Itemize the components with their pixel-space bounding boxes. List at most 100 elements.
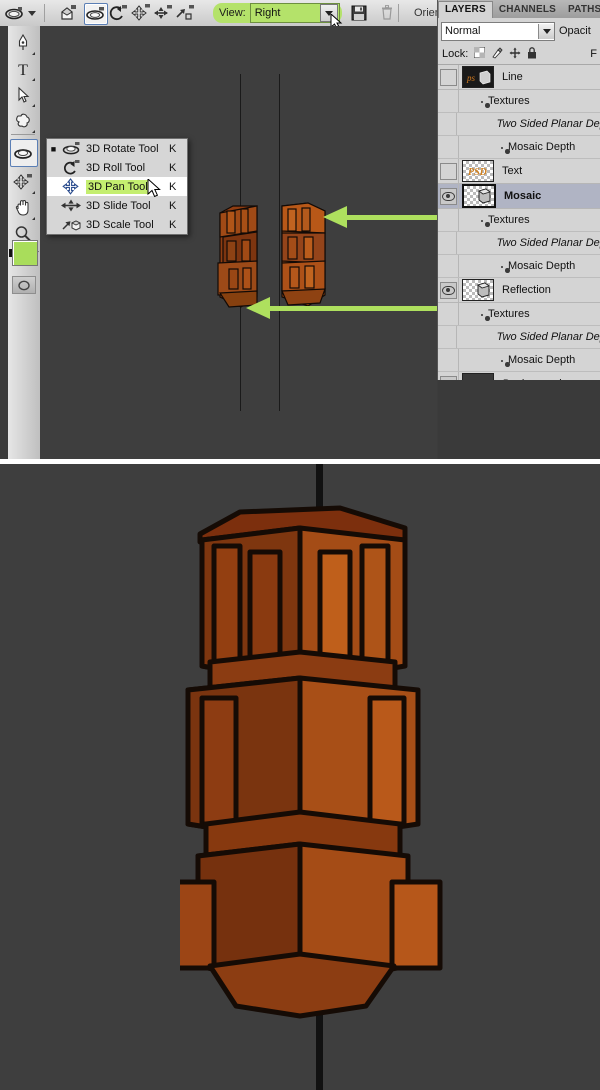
- 3d-scale-tool-icon[interactable]: [174, 3, 196, 23]
- visibility-toggle-reflection[interactable]: [438, 278, 459, 302]
- sub-row-mosaic-depth-3[interactable]: Mosaic Depth: [438, 349, 600, 372]
- pen-tool[interactable]: [10, 30, 36, 56]
- layer-thumbnail-reflection: [462, 279, 494, 301]
- panel-tab-bar: LAYERS CHANNELS PATHS: [438, 0, 600, 18]
- sub-row-textures-1[interactable]: Textures: [438, 90, 600, 113]
- layer-thumbnail-line: ps: [462, 66, 494, 88]
- eye-icon: [439, 187, 457, 205]
- panel-empty-area: [438, 380, 600, 460]
- row-gutter: [438, 209, 459, 231]
- view-control-group: View: Right: [213, 3, 342, 23]
- menu-item-3d-roll-tool[interactable]: 3D Roll Tool K: [47, 158, 187, 177]
- eye-off-icon: [439, 162, 457, 180]
- 3d-object-home-icon[interactable]: [58, 3, 80, 23]
- sub-row-two-sided-planar-depth-2[interactable]: Two Sided Planar Depth: [438, 232, 600, 255]
- row-gutter: [438, 232, 457, 254]
- menu-shortcut-4: K: [169, 218, 177, 231]
- sub-row-label: Textures: [488, 214, 530, 226]
- layer-name-line: Line: [502, 71, 523, 83]
- menu-item-3d-rotate-tool[interactable]: ■ 3D Rotate Tool K: [47, 139, 187, 158]
- trash-icon[interactable]: [376, 3, 398, 23]
- menu-shortcut-2: K: [169, 180, 177, 193]
- sub-row-two-sided-planar-depth-3[interactable]: Two Sided Planar Depth: [438, 326, 600, 349]
- 3d-slide-icon: [60, 197, 84, 215]
- lock-position-icon[interactable]: [509, 47, 521, 62]
- sub-row-label: Textures: [488, 95, 530, 107]
- 3d-roll-icon: [60, 159, 84, 177]
- custom-shape-tool[interactable]: [10, 108, 36, 134]
- layer-name-mosaic: Mosaic: [504, 190, 542, 202]
- lock-all-icon[interactable]: [527, 46, 537, 62]
- sub-row-label: Mosaic Depth: [508, 354, 576, 366]
- sub-row-label: Textures: [488, 308, 530, 320]
- hand-tool[interactable]: [10, 195, 36, 221]
- sub-row-textures-3[interactable]: Textures: [438, 303, 600, 326]
- tab-paths[interactable]: PATHS: [562, 2, 600, 18]
- 3d-roll-tool-icon[interactable]: [108, 3, 130, 23]
- menu-label-4: 3D Scale Tool: [86, 218, 154, 231]
- toolbox-divider: [11, 134, 35, 135]
- options-separator-1: [44, 4, 45, 22]
- blend-mode-row: Normal Opacit: [438, 18, 600, 44]
- sub-row-textures-2[interactable]: Textures: [438, 209, 600, 232]
- layer-row-text[interactable]: PSD Text: [438, 159, 600, 184]
- menu-label-0: 3D Rotate Tool: [86, 142, 159, 155]
- blend-mode-dropdown[interactable]: Normal: [441, 21, 555, 41]
- annotation-arrow-1-line: [347, 215, 439, 220]
- view-dropdown[interactable]: Right: [249, 3, 340, 23]
- sub-row-label: Mosaic Depth: [508, 260, 576, 272]
- sub-row-label: Two Sided Planar Depth: [496, 237, 600, 249]
- visibility-toggle-line[interactable]: [438, 65, 459, 89]
- quick-mask-icon[interactable]: [12, 276, 36, 294]
- options-separator-2: [398, 4, 399, 22]
- sub-row-mosaic-depth-1[interactable]: Mosaic Depth: [438, 136, 600, 159]
- menu-item-3d-scale-tool[interactable]: 3D Scale Tool K: [47, 215, 187, 234]
- layer-row-mosaic[interactable]: Mosaic: [438, 184, 600, 209]
- toolbox: T: [0, 26, 48, 460]
- current-tool-preview-icon[interactable]: [4, 3, 26, 23]
- annotation-arrow-2-head: [246, 297, 270, 319]
- layers-panel: LAYERS CHANNELS PATHS Normal Opacit Lock…: [437, 0, 600, 460]
- visibility-toggle-text[interactable]: [438, 159, 459, 183]
- tool-preset-chevron-icon[interactable]: [26, 3, 38, 23]
- menu-item-3d-pan-tool[interactable]: 3D Pan Tool K: [47, 177, 187, 196]
- menu-label-1: 3D Roll Tool: [86, 161, 146, 174]
- visibility-toggle-mosaic[interactable]: [438, 184, 459, 208]
- sub-row-mosaic-depth-2[interactable]: Mosaic Depth: [438, 255, 600, 278]
- menu-shortcut-1: K: [169, 161, 177, 174]
- 3d-object-rotate-tool[interactable]: [10, 139, 38, 167]
- path-selection-tool[interactable]: [10, 82, 36, 108]
- tab-channels[interactable]: CHANNELS: [493, 2, 562, 18]
- row-gutter: [438, 349, 459, 371]
- svg-text:T: T: [18, 62, 28, 78]
- 3d-tool-flyout-menu[interactable]: ■ 3D Rotate Tool K 3D Roll Tool K 3D Pan…: [46, 138, 188, 235]
- 3d-camera-tool[interactable]: [10, 169, 36, 195]
- 3d-pan-tool-icon[interactable]: [130, 3, 152, 23]
- fill-label: F: [590, 48, 597, 60]
- svg-text:ps: ps: [466, 73, 476, 83]
- menu-shortcut-0: K: [169, 142, 177, 155]
- document-canvas[interactable]: [40, 26, 439, 460]
- layer-row-reflection[interactable]: Reflection: [438, 278, 600, 303]
- row-gutter: [438, 90, 459, 112]
- 3d-slide-tool-icon[interactable]: [152, 3, 174, 23]
- eye-icon: [439, 281, 457, 299]
- layer-row-line[interactable]: ps Line: [438, 65, 600, 90]
- type-tool[interactable]: T: [10, 56, 36, 82]
- lock-transparency-icon[interactable]: [473, 46, 486, 61]
- menu-item-3d-slide-tool[interactable]: 3D Slide Tool K: [47, 196, 187, 215]
- foreground-color-swatch[interactable]: [12, 240, 38, 266]
- layer-name-reflection: Reflection: [502, 284, 551, 296]
- sub-row-two-sided-planar-depth-1[interactable]: Two Sided Planar Depth: [438, 113, 600, 136]
- mouse-cursor-flyout: [147, 179, 161, 198]
- save-disk-icon[interactable]: [348, 3, 370, 23]
- layer-thumbnail-text: PSD: [462, 160, 494, 182]
- row-gutter: [438, 255, 459, 277]
- svg-text:PSD: PSD: [468, 167, 487, 178]
- chevron-down-icon[interactable]: [538, 23, 554, 39]
- 3d-rotate-tool-icon[interactable]: [84, 3, 108, 25]
- 3d-scale-icon: [60, 216, 84, 234]
- lock-image-icon[interactable]: [491, 46, 503, 62]
- tab-layers[interactable]: LAYERS: [438, 1, 493, 18]
- sub-row-label: Mosaic Depth: [508, 141, 576, 153]
